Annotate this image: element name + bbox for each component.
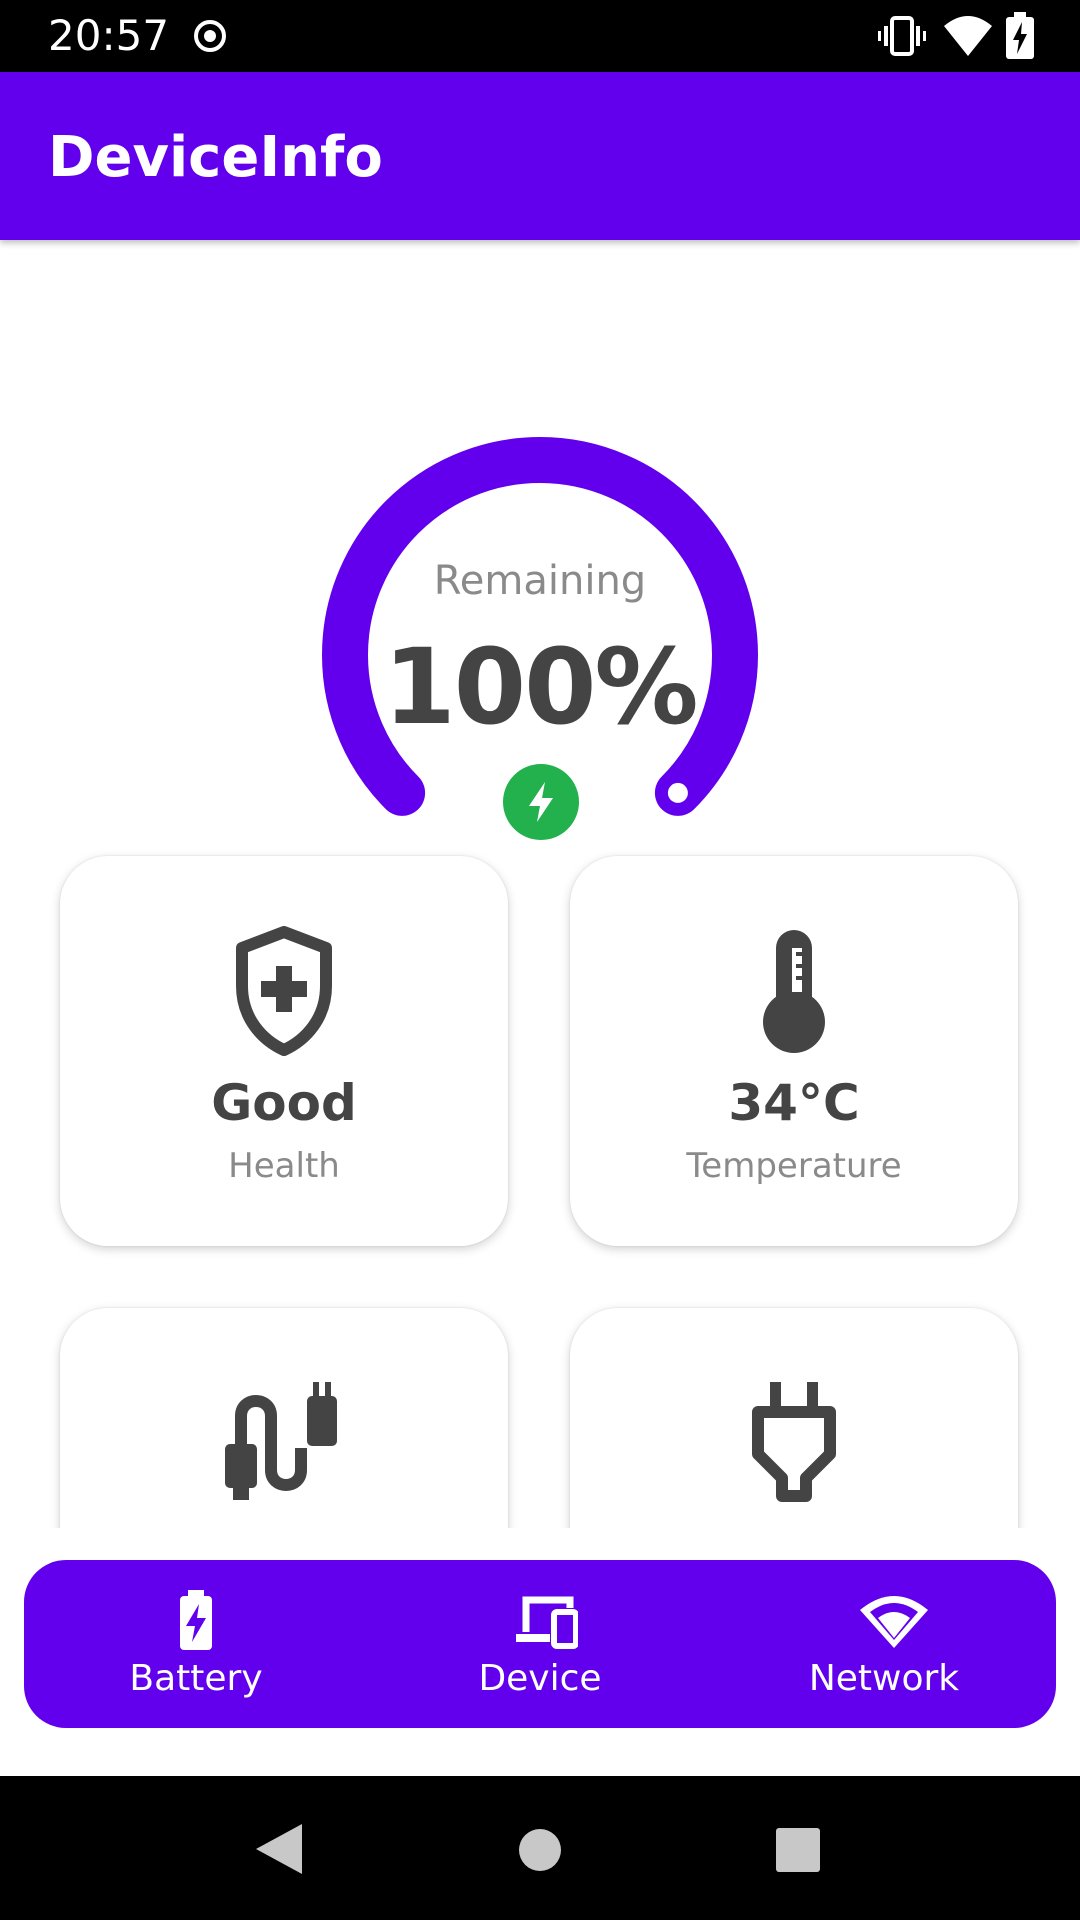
lightning-icon bbox=[529, 782, 553, 822]
back-icon[interactable] bbox=[254, 1822, 304, 1876]
temperature-label: Temperature bbox=[686, 1146, 902, 1186]
temperature-value: 34°C bbox=[728, 1074, 860, 1132]
record-icon bbox=[194, 20, 226, 52]
wifi-icon bbox=[944, 16, 992, 56]
recents-icon[interactable] bbox=[776, 1828, 820, 1872]
battery-content[interactable]: Remaining 100% Good Health 34°C Temperat… bbox=[0, 240, 1080, 1528]
home-icon[interactable] bbox=[518, 1828, 562, 1872]
health-value: Good bbox=[211, 1074, 357, 1132]
nav-label-network: Network bbox=[808, 1658, 960, 1699]
battery-gauge: Remaining 100% bbox=[315, 340, 765, 860]
thermometer-icon bbox=[763, 930, 825, 1053]
shield-plus-icon bbox=[236, 926, 332, 1056]
nav-label-device: Device bbox=[478, 1658, 602, 1699]
nav-item-battery[interactable]: Battery bbox=[24, 1560, 368, 1728]
app-title: DeviceInfo bbox=[48, 125, 383, 190]
cable-icon bbox=[225, 1382, 337, 1500]
nav-item-network[interactable]: Network bbox=[712, 1560, 1056, 1728]
wifi-icon bbox=[860, 1596, 928, 1648]
health-label: Health bbox=[228, 1146, 340, 1186]
charging-badge bbox=[503, 764, 579, 840]
gauge-thumb bbox=[667, 782, 688, 803]
battery-icon bbox=[180, 1590, 212, 1650]
status-bar: 20:57 bbox=[0, 0, 1080, 72]
plug-card[interactable] bbox=[570, 1308, 1018, 1528]
battery-percent: 100% bbox=[383, 626, 698, 748]
vibrate-icon bbox=[878, 16, 926, 56]
devices-icon bbox=[516, 1596, 578, 1649]
cable-card[interactable] bbox=[60, 1308, 508, 1528]
app-bar: DeviceInfo bbox=[0, 72, 1080, 240]
system-navigation-bar bbox=[0, 1776, 1080, 1920]
status-time: 20:57 bbox=[48, 11, 170, 60]
nav-label-battery: Battery bbox=[129, 1658, 263, 1699]
battery-charging-icon bbox=[1006, 12, 1034, 59]
power-plug-icon bbox=[752, 1382, 836, 1502]
nav-item-device[interactable]: Device bbox=[368, 1560, 712, 1728]
bottom-navigation: Battery Device Network bbox=[24, 1560, 1056, 1728]
temperature-card[interactable]: 34°C Temperature bbox=[570, 856, 1018, 1246]
health-card[interactable]: Good Health bbox=[60, 856, 508, 1246]
remaining-label: Remaining bbox=[433, 558, 647, 604]
screen: 20:57 DeviceInfo Remaining 100% Good Hea… bbox=[0, 0, 1080, 1920]
